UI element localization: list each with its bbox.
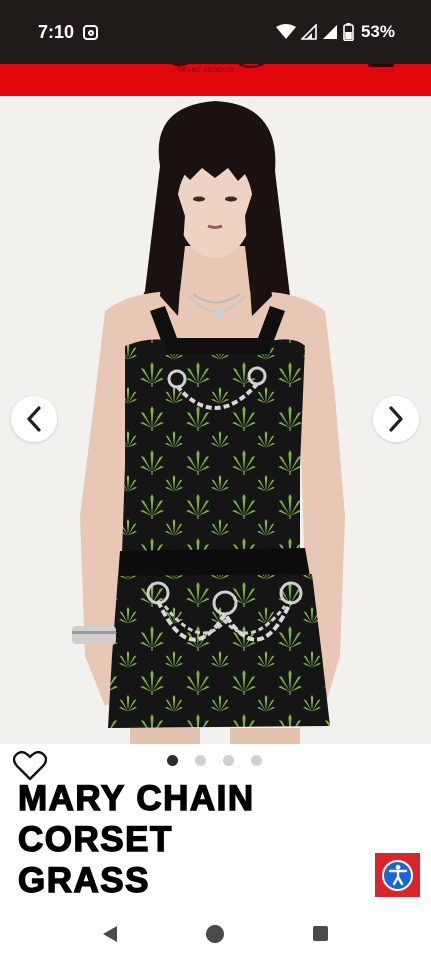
instagram-icon <box>83 25 98 40</box>
signal-icon <box>322 25 337 39</box>
store-logo-text: GRASS GOODIES <box>177 68 235 74</box>
chevron-right-icon <box>389 406 403 432</box>
wifi-icon <box>275 24 296 39</box>
store-header: GRASS GOODIES <box>0 64 431 96</box>
gallery-dot[interactable] <box>195 755 206 766</box>
signal-icon <box>300 24 317 40</box>
home-icon[interactable] <box>206 925 224 943</box>
gallery-pagination <box>167 755 262 766</box>
accessibility-button[interactable] <box>375 853 420 897</box>
menu-icon[interactable] <box>368 64 394 67</box>
system-nav-bar <box>0 906 431 960</box>
product-title-line: MARY CHAIN <box>17 778 255 818</box>
product-title-line: GRASS <box>17 860 150 900</box>
product-image[interactable] <box>0 96 431 744</box>
product-title: MARY CHAIN CORSET GRASS <box>17 778 398 901</box>
gallery-dot[interactable] <box>223 755 234 766</box>
gallery-dot[interactable] <box>251 755 262 766</box>
product-title-line: CORSET <box>17 819 173 859</box>
status-bar: 7:10 53% <box>0 0 431 64</box>
accessibility-icon <box>382 859 413 891</box>
battery-icon <box>343 23 354 41</box>
product-photo <box>0 96 431 744</box>
recents-icon[interactable] <box>313 926 328 941</box>
chevron-left-icon <box>27 406 41 432</box>
status-time: 7:10 <box>38 22 75 42</box>
battery-percentage: 53% <box>360 22 395 41</box>
back-icon[interactable] <box>101 925 119 943</box>
gallery-prev-button[interactable] <box>11 396 57 442</box>
status-icons: 53% <box>275 22 395 42</box>
gallery-next-button[interactable] <box>373 396 419 442</box>
gallery-dot[interactable] <box>167 755 178 766</box>
